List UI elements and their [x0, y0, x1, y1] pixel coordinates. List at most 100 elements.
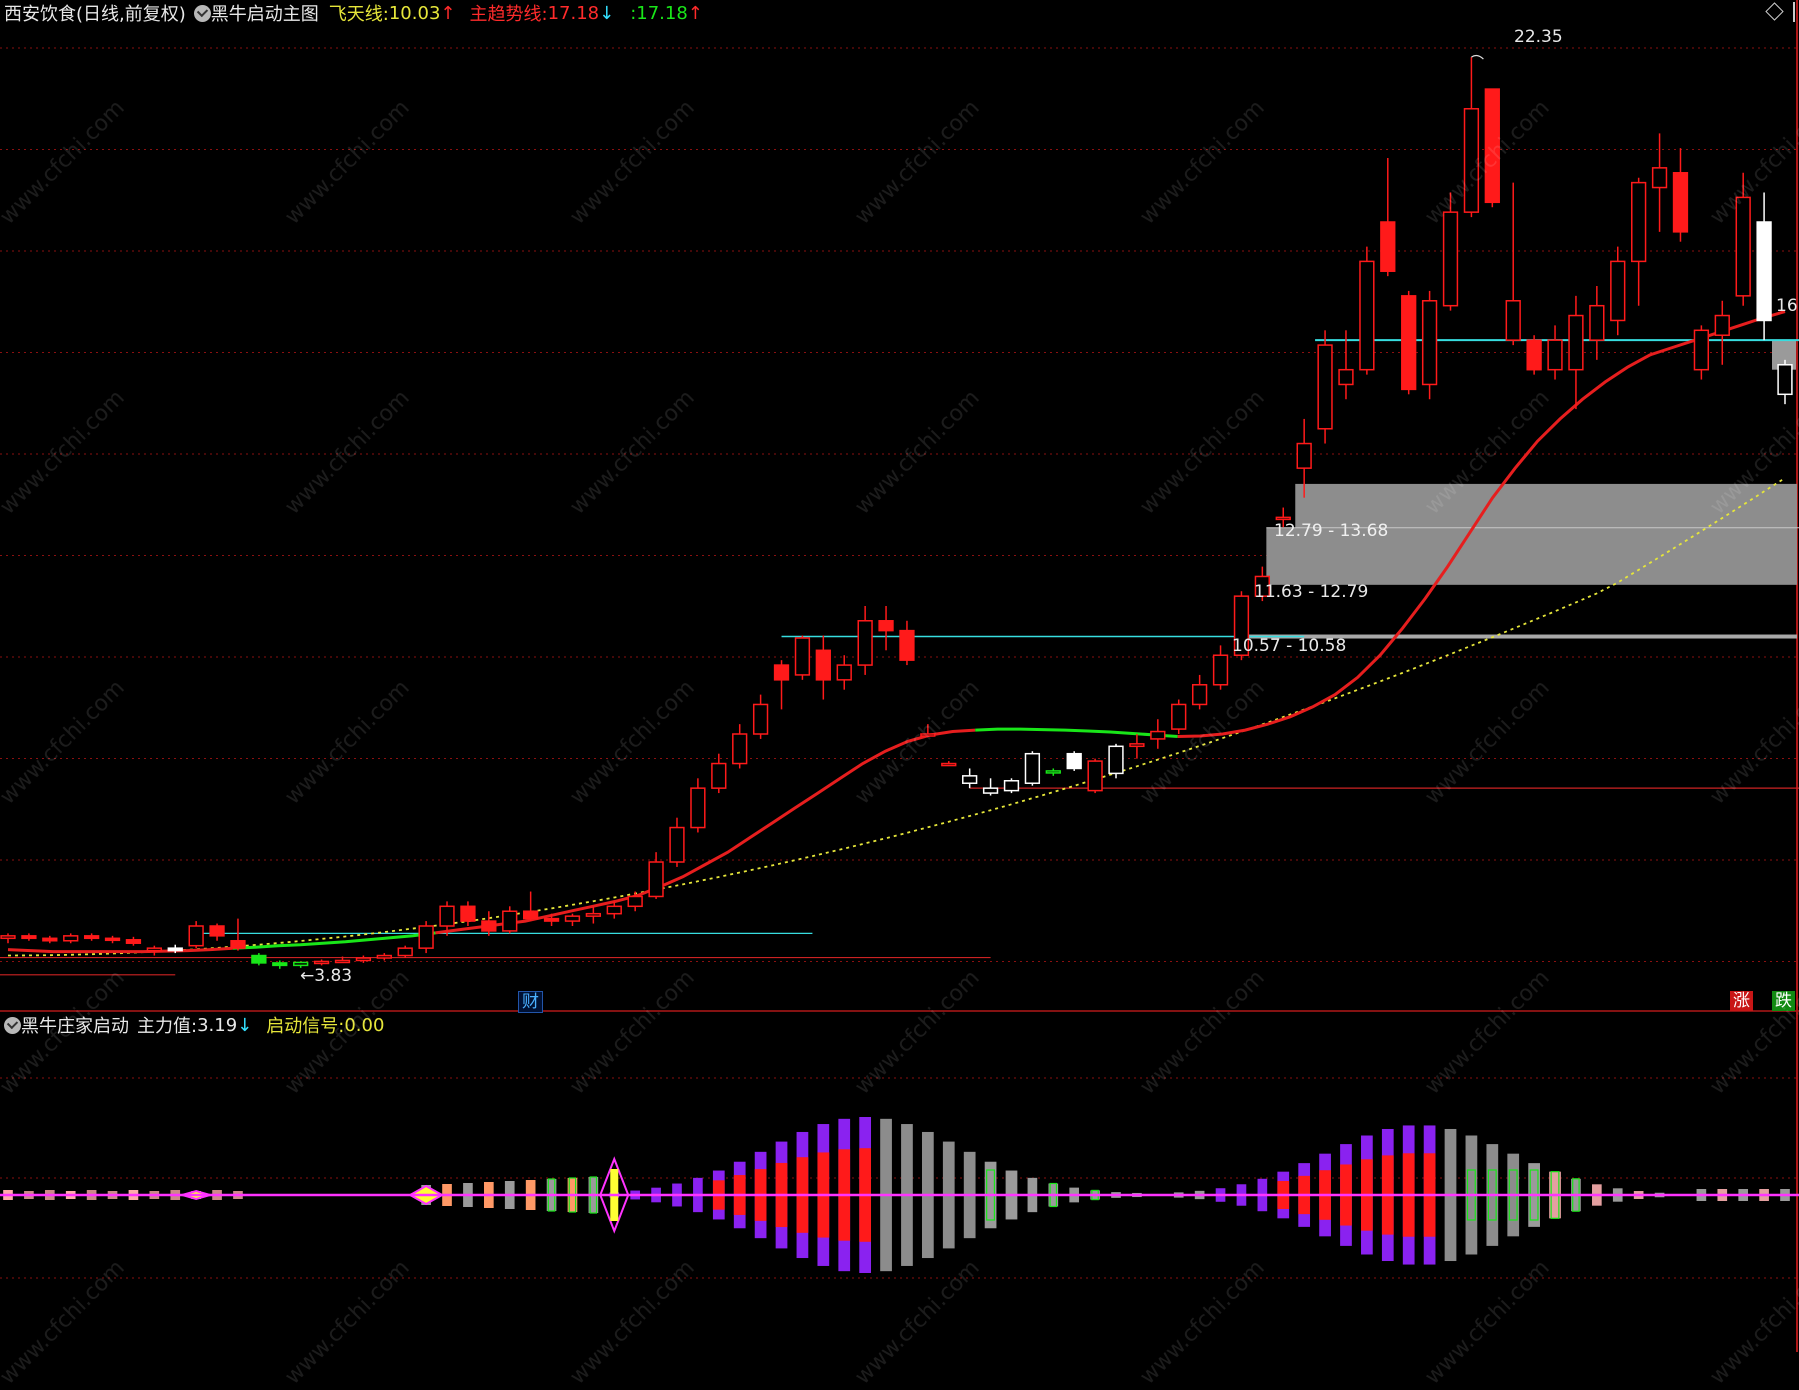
candle-up — [63, 935, 79, 942]
candle-up — [188, 925, 204, 947]
candle-down — [83, 935, 100, 940]
candle-up — [293, 961, 309, 967]
candle-up — [648, 861, 664, 898]
zone-label-3: 10.57 - 10.58 — [1232, 636, 1347, 656]
candle-down — [543, 917, 560, 922]
low-price-label: ←3.83 — [300, 966, 352, 986]
candle-up — [397, 947, 413, 957]
trend-line-segment-green — [975, 727, 1178, 738]
candle-up — [857, 620, 873, 666]
candle-up — [1651, 167, 1668, 189]
candle-up — [418, 925, 434, 949]
candle-up — [1317, 344, 1333, 430]
candle-down — [1380, 221, 1396, 272]
candle-up — [794, 637, 811, 676]
candle-down — [1066, 752, 1082, 770]
candle-up — [1463, 108, 1480, 213]
candle-up — [1777, 364, 1793, 396]
candle-up — [1191, 684, 1208, 706]
candle-down — [1526, 339, 1542, 371]
candle-up — [1631, 181, 1647, 263]
candle-up — [836, 664, 852, 681]
candle-up — [982, 787, 999, 794]
candle-up — [690, 787, 706, 829]
zone-label-1: 12.79 - 13.68 — [1274, 521, 1389, 541]
candle-down — [899, 629, 915, 661]
candle-down — [230, 940, 246, 949]
candle-down — [1484, 88, 1500, 204]
candle-up — [1589, 304, 1605, 341]
trend-line-segment — [7, 946, 233, 954]
candle-up — [1421, 300, 1438, 386]
candle-up — [1129, 743, 1145, 748]
candle-down — [1401, 295, 1417, 391]
candle-up — [355, 957, 372, 962]
low-price-value: 3.83 — [314, 966, 353, 986]
candle-up — [502, 910, 518, 932]
candle-up — [334, 959, 351, 964]
candle-up — [1338, 368, 1354, 386]
candle-up — [606, 905, 622, 915]
candle-up — [439, 905, 455, 927]
candle-up — [1024, 752, 1041, 784]
candle-up — [1714, 314, 1730, 336]
candle-up — [1275, 516, 1291, 521]
candle-up — [732, 733, 748, 765]
candle-up — [1442, 211, 1459, 307]
candle-up — [941, 762, 957, 767]
rise-tag[interactable]: 涨 — [1730, 991, 1753, 1011]
candle-up — [1296, 442, 1312, 469]
candle-up — [1003, 780, 1020, 792]
candle-up — [1150, 730, 1166, 740]
candle-up — [1171, 703, 1187, 730]
candle-up — [1505, 300, 1521, 341]
candle-down — [209, 925, 225, 937]
finance-tag[interactable]: 财 — [518, 991, 543, 1013]
candle-up — [564, 915, 581, 922]
candle-up — [1735, 196, 1751, 297]
candle-down — [125, 939, 142, 944]
candle-up — [1693, 329, 1710, 371]
low-arrow-icon: ← — [300, 966, 315, 986]
candle-up — [376, 954, 392, 959]
candle-up — [146, 947, 162, 952]
candle-up — [711, 762, 727, 789]
candle-up — [1087, 760, 1103, 792]
candle-up — [1568, 314, 1584, 371]
trend-line-segment — [435, 728, 976, 935]
candle-down — [773, 664, 790, 681]
candle-down — [1672, 172, 1689, 233]
zone-label-2: 11.63 - 12.79 — [1254, 582, 1369, 602]
candle-down — [21, 935, 37, 940]
candle-up — [1547, 339, 1563, 371]
candle-up — [962, 775, 978, 784]
candle-down — [460, 905, 476, 922]
candle-down — [878, 620, 894, 632]
candle-down — [167, 947, 183, 952]
fall-tag[interactable]: 跌 — [1772, 991, 1795, 1011]
candle-up — [920, 733, 936, 737]
candle-up — [1045, 770, 1061, 774]
high-marker — [1471, 54, 1484, 60]
candle-down — [481, 920, 497, 932]
candle-up — [1212, 654, 1229, 686]
candle-up — [1108, 745, 1124, 775]
candle-up — [313, 960, 330, 965]
candle-up — [0, 935, 16, 940]
candle-up — [669, 826, 685, 863]
candle-up — [627, 895, 643, 908]
candle-down — [42, 937, 58, 942]
right-edge-price-label: 16 — [1776, 296, 1798, 316]
candle-up — [752, 703, 769, 735]
high-price-label: 22.35 — [1514, 27, 1563, 47]
candle-down — [815, 649, 831, 681]
candle-down — [522, 910, 539, 920]
candle-down — [251, 954, 267, 964]
candle-down — [1756, 221, 1772, 322]
chart-canvas[interactable] — [0, 0, 1799, 1352]
candle-down — [272, 962, 288, 967]
candle-up — [1610, 260, 1626, 322]
candle-up — [585, 912, 602, 917]
candle-down — [104, 937, 121, 942]
candle-up — [1359, 260, 1375, 371]
